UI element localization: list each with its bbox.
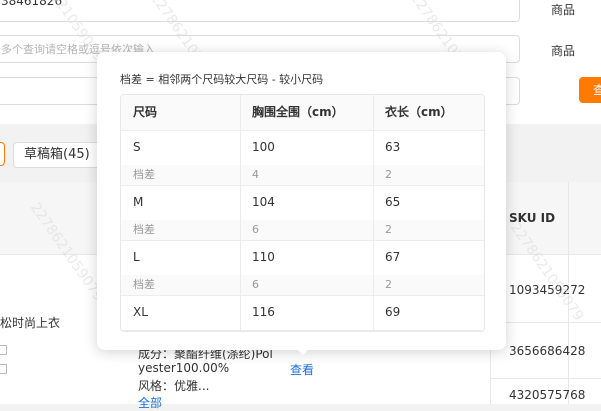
size-table-cell: 档差 — [133, 223, 155, 236]
size-table-cell: 档差 — [133, 278, 155, 291]
size-table-cell: 2 — [385, 168, 392, 181]
tab-active-partial[interactable] — [0, 142, 5, 166]
size-table-cell: 胸围全围（cm） — [252, 105, 344, 119]
size-chart-table: 尺码 胸围全围（cm） 衣长（cm） S 100 63 档差 4 2 M 104 65 档差 6 2 L 110… — [120, 94, 485, 332]
product-id-input[interactable]: 38461826 — [0, 0, 520, 22]
size-table-cell: 65 — [385, 195, 401, 209]
product-title[interactable]: 松时尚上衣 — [0, 314, 60, 331]
side-label-product-2: 商品 — [551, 44, 576, 58]
search-button[interactable]: 查 — [579, 77, 601, 103]
copy-icon[interactable] — [0, 345, 7, 355]
size-row: L 110 67 — [121, 240, 484, 276]
size-table-cell: 2 — [385, 278, 392, 291]
row-divider — [490, 378, 601, 379]
size-table-cell: S — [133, 140, 141, 154]
size-table-cell: 67 — [385, 250, 401, 264]
size-row: S 100 63 — [121, 130, 484, 166]
size-table-cell: 116 — [252, 305, 275, 319]
size-table-cell: XL — [133, 305, 148, 319]
sku-id-header: SKU ID — [509, 211, 556, 225]
side-label-product-1: 商品 — [551, 3, 576, 17]
size-table-cell: 63 — [385, 140, 401, 154]
size-diff-note: 档差 = 相邻两个尺码较大尺码 - 较小尺码 — [120, 73, 324, 86]
size-diff-row: 档差 6 2 — [121, 220, 484, 241]
size-table-cell: 尺码 — [133, 105, 158, 119]
sku-id-cell: 4320575768 — [509, 388, 586, 402]
size-table-cell: 6 — [252, 223, 259, 236]
size-row: M 104 65 — [121, 185, 484, 221]
size-table-cell: 110 — [252, 250, 275, 264]
size-table-column-divider — [373, 95, 374, 331]
size-chart-popover: 档差 = 相邻两个尺码较大尺码 - 较小尺码 尺码 胸围全围（cm） 衣长（cm） S… — [97, 52, 506, 350]
size-table-cell: L — [133, 250, 140, 264]
size-table-cell: 100 — [252, 140, 275, 154]
popover-arrow — [296, 348, 310, 355]
show-all-link[interactable]: 全部 — [138, 394, 162, 411]
tab-drafts[interactable]: 草稿箱(45) — [13, 142, 101, 168]
size-table-column-divider — [240, 95, 241, 331]
size-table-cell: 档差 — [133, 168, 155, 181]
size-diff-row: 档差 6 2 — [121, 275, 484, 296]
style-text: 风格：优雅... — [138, 379, 210, 393]
view-size-link[interactable]: 查看 — [290, 361, 314, 378]
size-table-cell: 6 — [252, 278, 259, 291]
composition-text-cont: yester100.00% — [138, 361, 230, 375]
size-table-header-row: 尺码 胸围全围（cm） 衣长（cm） — [121, 95, 484, 131]
size-diff-row: 档差 4 2 — [121, 165, 484, 186]
row-divider — [490, 322, 601, 323]
sku-id-cell: 1093459272 — [509, 283, 586, 297]
size-row: XL 116 69 — [121, 295, 484, 331]
size-table-cell: 69 — [385, 305, 401, 319]
size-table-cell: 104 — [252, 195, 275, 209]
size-table-cell: 2 — [385, 223, 392, 236]
product-id-value: 38461826 — [1, 0, 63, 8]
size-table-cell: 4 — [252, 168, 259, 181]
copy-icon[interactable] — [0, 364, 7, 374]
size-table-cell: M — [133, 195, 144, 209]
sku-id-cell: 3656686428 — [509, 344, 586, 358]
size-table-cell: 衣长（cm） — [385, 105, 453, 119]
